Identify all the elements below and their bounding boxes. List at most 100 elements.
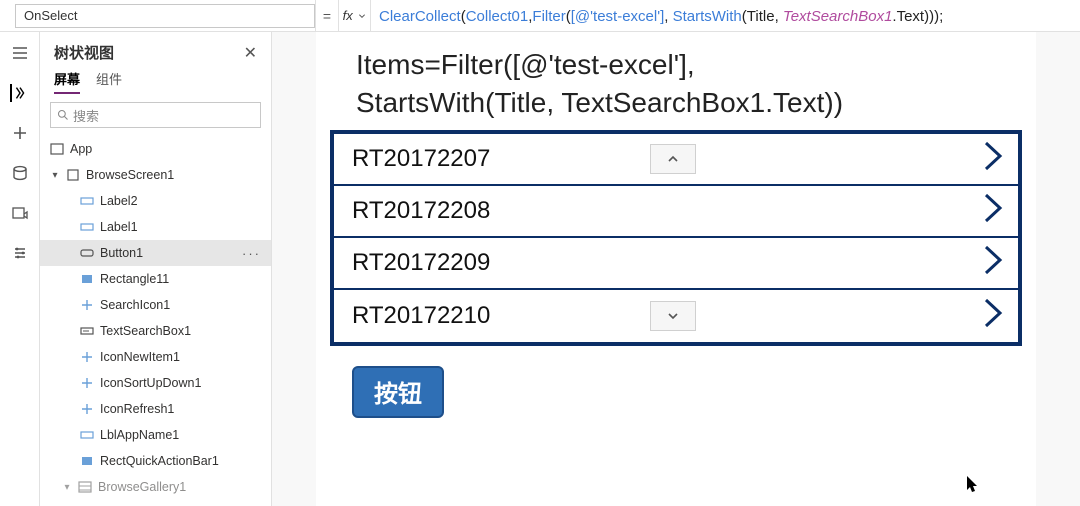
gallery-row[interactable]: RT20172209 (334, 238, 1018, 290)
tree-item[interactable]: TextSearchBox1 (40, 318, 271, 344)
label-icon (80, 194, 94, 208)
tree-item-label: IconNewItem1 (100, 350, 180, 364)
search-placeholder: 搜索 (73, 106, 99, 125)
tree-item-label: SearchIcon1 (100, 298, 170, 312)
media-icon[interactable] (11, 204, 29, 222)
tab-components[interactable]: 组件 (96, 69, 122, 94)
tree-item-label: Label1 (100, 220, 138, 234)
more-icon[interactable]: ··· (242, 246, 261, 261)
chevron-down-icon (358, 13, 366, 22)
tree-item[interactable]: LblAppName1 (40, 422, 271, 448)
label-icon (80, 220, 94, 234)
screen-node[interactable]: ▾ BrowseScreen1 (40, 162, 271, 188)
items-line1: Items=Filter([@'test-excel'], (356, 46, 1022, 84)
tree-list: App ▾ BrowseScreen1 Label2 Label1 Button… (40, 132, 271, 506)
app-icon (50, 142, 64, 156)
rectangle-icon (80, 272, 94, 286)
plus-icon (80, 298, 94, 312)
tree-item-label: IconSortUpDown1 (100, 376, 201, 390)
tree-item[interactable]: IconSortUpDown1 (40, 370, 271, 396)
tree-item[interactable]: IconNewItem1 (40, 344, 271, 370)
settings-icon[interactable] (11, 244, 29, 262)
tree-item[interactable]: Rectangle11 (40, 266, 271, 292)
tree-item-selected[interactable]: Button1 ··· (40, 240, 271, 266)
tree-item-label: TextSearchBox1 (100, 324, 191, 338)
property-selector-value: OnSelect (24, 8, 77, 23)
tree-item-label: Rectangle11 (100, 272, 169, 286)
equals-sign: = (315, 0, 339, 32)
tree-panel: 树状视图 ✕ 屏幕 组件 搜索 App ▾ BrowseScreen1 Labe… (40, 32, 272, 506)
tree-item[interactable]: ▾ BrowseGallery1 (40, 474, 271, 500)
text-prop: .Text))); (892, 8, 943, 25)
gallery[interactable]: RT20172207 RT20172208 RT20172209 RT20172… (330, 130, 1022, 346)
tree-item[interactable]: Label1 (40, 214, 271, 240)
tree-item[interactable]: Label2 (40, 188, 271, 214)
close-icon[interactable]: ✕ (244, 43, 257, 63)
scroll-down-button[interactable] (650, 301, 696, 331)
plus-icon (80, 402, 94, 416)
search-icon (57, 109, 69, 121)
tree-title: 树状视图 (54, 42, 114, 63)
searchbox-ref: TextSearchBox1 (783, 8, 893, 25)
row-title: RT20172207 (352, 145, 490, 173)
tree-tabs: 屏幕 组件 (40, 69, 271, 98)
tree-item[interactable]: RectQuickActionBar1 (40, 448, 271, 474)
fn-startswith: StartsWith (673, 8, 742, 25)
chevron-right-icon[interactable] (976, 243, 1010, 282)
var-collect: Collect01 (466, 8, 529, 25)
insert-icon[interactable] (11, 124, 29, 142)
data-icon[interactable] (11, 164, 29, 182)
cursor-icon (966, 475, 980, 498)
chevron-down-icon[interactable]: ▾ (62, 482, 72, 493)
button-icon (80, 246, 94, 260)
left-rail (0, 32, 40, 506)
title-field: Title (747, 8, 775, 25)
screen-label: BrowseScreen1 (86, 168, 174, 182)
fn-clearcollect: ClearCollect (379, 8, 461, 25)
tree-item-label: IconRefresh1 (100, 402, 174, 416)
tree-item-label: RectQuickActionBar1 (100, 454, 219, 468)
scroll-up-button[interactable] (650, 144, 696, 174)
tree-item[interactable]: SearchIcon1 (40, 292, 271, 318)
property-selector[interactable]: OnSelect (15, 4, 315, 28)
plus-icon (80, 376, 94, 390)
textbox-icon (80, 324, 94, 338)
rectangle-icon (80, 454, 94, 468)
plus-icon (80, 350, 94, 364)
row-title: RT20172209 (352, 249, 490, 277)
fx-label: fx (343, 8, 353, 23)
hamburger-icon[interactable] (11, 44, 29, 62)
button-control[interactable]: 按钮 (352, 366, 444, 418)
search-input[interactable]: 搜索 (50, 102, 261, 128)
tree-item-label: Button1 (100, 246, 143, 260)
tree-item[interactable]: IconRefresh1 (40, 396, 271, 422)
items-line2: StartsWith(Title, TextSearchBox1.Text)) (356, 84, 1022, 122)
tree-item-label: BrowseGallery1 (98, 480, 186, 494)
canvas: Items=Filter([@'test-excel'], StartsWith… (272, 32, 1080, 506)
app-node[interactable]: App (40, 136, 271, 162)
chevron-right-icon[interactable] (976, 296, 1010, 335)
chevron-right-icon[interactable] (976, 139, 1010, 178)
formula-bar: OnSelect = fx ClearCollect(Collect01,Fil… (0, 0, 1080, 32)
row-title: RT20172208 (352, 197, 490, 225)
datasource: [@'test-excel'] (571, 8, 664, 25)
tree-item-label: LblAppName1 (100, 428, 179, 442)
gallery-row[interactable]: RT20172208 (334, 186, 1018, 238)
gallery-icon (78, 480, 92, 494)
row-title: RT20172210 (352, 302, 490, 330)
tree-view-icon[interactable] (10, 84, 28, 102)
app-screen: Items=Filter([@'test-excel'], StartsWith… (316, 32, 1036, 506)
tab-screens[interactable]: 屏幕 (54, 69, 80, 94)
chevron-right-icon[interactable] (976, 191, 1010, 230)
button-label: 按钮 (374, 374, 422, 409)
gallery-row[interactable]: RT20172207 (334, 134, 1018, 186)
gallery-row[interactable]: RT20172210 (334, 290, 1018, 342)
screen-icon (66, 168, 80, 182)
fn-filter: Filter (532, 8, 565, 25)
chevron-down-icon[interactable]: ▾ (50, 170, 60, 181)
app-label: App (70, 142, 92, 156)
fx-button[interactable]: fx (339, 0, 371, 32)
formula-input[interactable]: ClearCollect(Collect01,Filter([@'test-ex… (371, 7, 1080, 25)
tree-item-label: Label2 (100, 194, 138, 208)
label-icon (80, 428, 94, 442)
